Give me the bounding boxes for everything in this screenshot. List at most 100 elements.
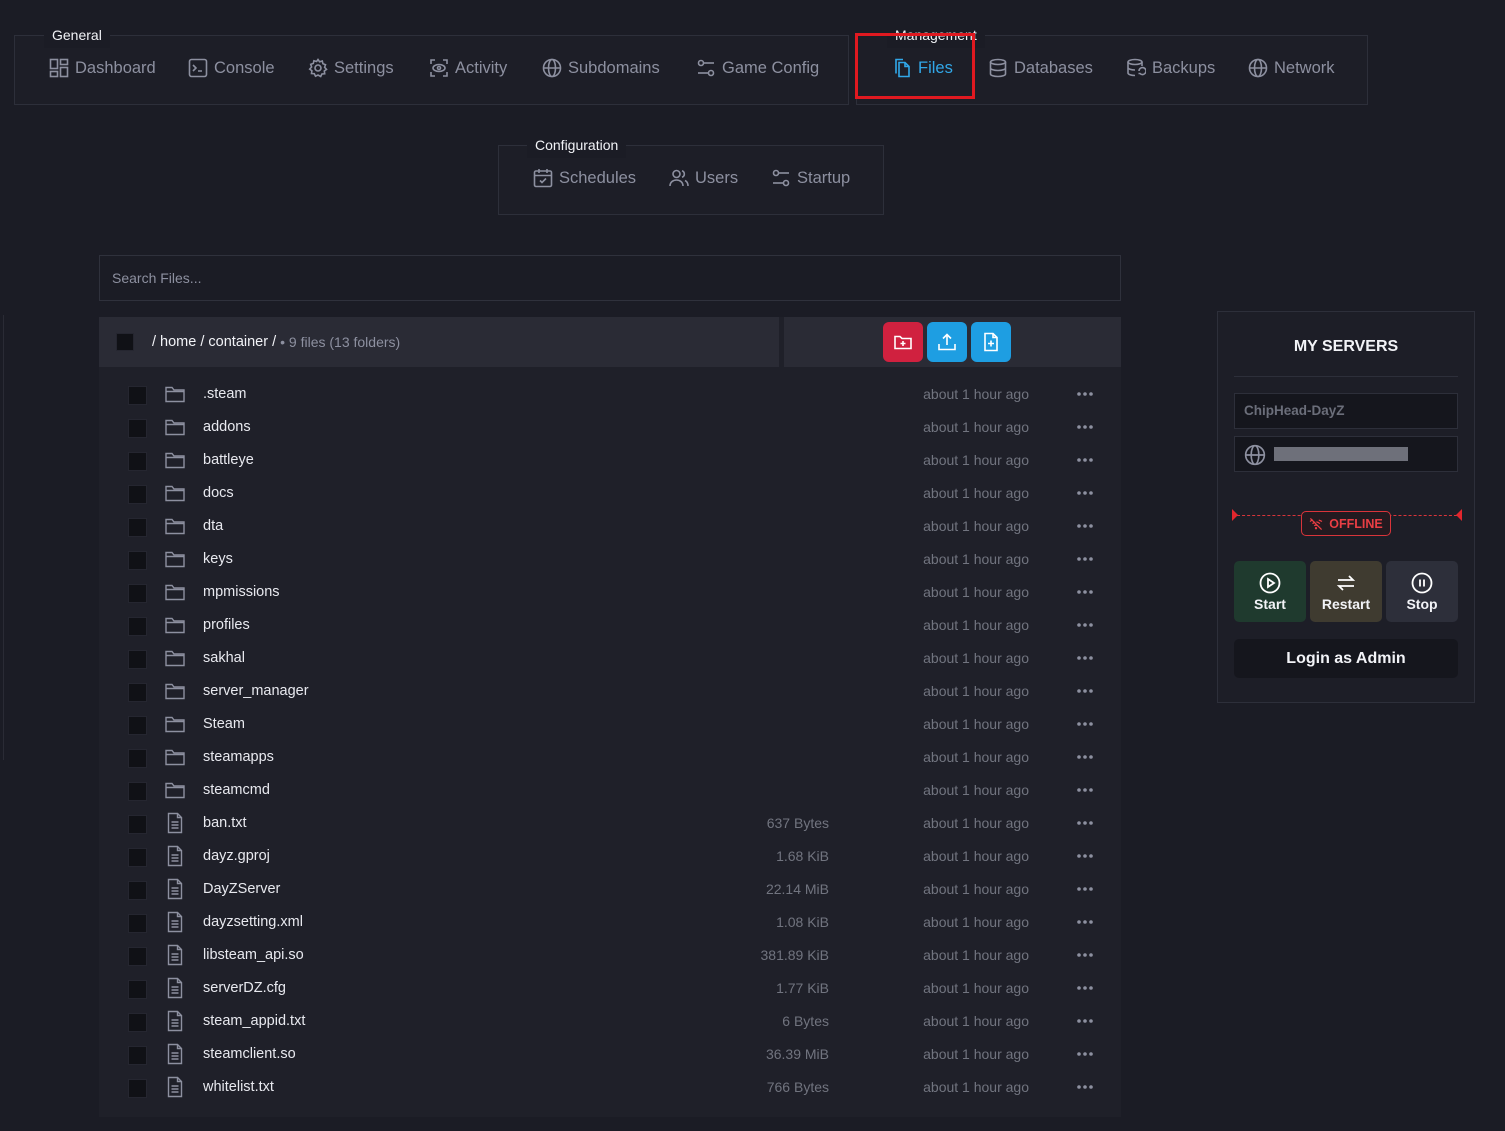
nav-settings[interactable]: Settings (308, 58, 394, 78)
file-name[interactable]: sakhal (203, 650, 245, 666)
nav-network[interactable]: Network (1248, 58, 1335, 78)
stop-button[interactable]: Stop (1386, 561, 1458, 622)
row-checkbox[interactable] (128, 914, 147, 933)
more-options-icon[interactable] (1075, 1077, 1095, 1097)
file-name[interactable]: addons (203, 419, 251, 435)
nav-game-config[interactable]: Game Config (696, 58, 819, 78)
row-checkbox[interactable] (128, 683, 147, 702)
file-row[interactable]: steamcmd about 1 hour ago (99, 774, 1121, 807)
file-row[interactable]: battleye about 1 hour ago (99, 444, 1121, 477)
file-name[interactable]: steam_appid.txt (203, 1013, 305, 1029)
more-options-icon[interactable] (1075, 648, 1095, 668)
file-name[interactable]: ban.txt (203, 815, 247, 831)
more-options-icon[interactable] (1075, 516, 1095, 536)
nav-databases[interactable]: Databases (988, 58, 1093, 78)
row-checkbox[interactable] (128, 848, 147, 867)
file-row[interactable]: serverDZ.cfg 1.77 KiB about 1 hour ago (99, 972, 1121, 1005)
file-row[interactable]: .steam about 1 hour ago (99, 378, 1121, 411)
file-row[interactable]: sakhal about 1 hour ago (99, 642, 1121, 675)
more-options-icon[interactable] (1075, 714, 1095, 734)
row-checkbox[interactable] (128, 782, 147, 801)
new-folder-button[interactable] (883, 322, 923, 362)
file-row[interactable]: DayZServer 22.14 MiB about 1 hour ago (99, 873, 1121, 906)
file-row[interactable]: whitelist.txt 766 Bytes about 1 hour ago (99, 1071, 1121, 1104)
file-name[interactable]: .steam (203, 386, 247, 402)
row-checkbox[interactable] (128, 584, 147, 603)
more-options-icon[interactable] (1075, 912, 1095, 932)
row-checkbox[interactable] (128, 947, 147, 966)
start-button[interactable]: Start (1234, 561, 1306, 622)
nav-startup[interactable]: Startup (771, 168, 850, 188)
row-checkbox[interactable] (128, 1046, 147, 1065)
file-row[interactable]: ban.txt 637 Bytes about 1 hour ago (99, 807, 1121, 840)
more-options-icon[interactable] (1075, 549, 1095, 569)
more-options-icon[interactable] (1075, 945, 1095, 965)
file-name[interactable]: profiles (203, 617, 250, 633)
file-name[interactable]: whitelist.txt (203, 1079, 274, 1095)
row-checkbox[interactable] (128, 551, 147, 570)
row-checkbox[interactable] (128, 716, 147, 735)
nav-files[interactable]: Files (892, 58, 953, 78)
server-address-field[interactable] (1234, 436, 1458, 472)
more-options-icon[interactable] (1075, 681, 1095, 701)
server-name-field[interactable]: ChipHead-DayZ (1234, 393, 1458, 429)
breadcrumb[interactable]: / home / container / (152, 334, 276, 350)
file-name[interactable]: dayz.gproj (203, 848, 270, 864)
login-as-admin-button[interactable]: Login as Admin (1234, 639, 1458, 678)
file-name[interactable]: mpmissions (203, 584, 280, 600)
file-row[interactable]: dta about 1 hour ago (99, 510, 1121, 543)
nav-users[interactable]: Users (669, 168, 738, 188)
more-options-icon[interactable] (1075, 615, 1095, 635)
more-options-icon[interactable] (1075, 1044, 1095, 1064)
file-row[interactable]: docs about 1 hour ago (99, 477, 1121, 510)
file-row[interactable]: addons about 1 hour ago (99, 411, 1121, 444)
file-name[interactable]: serverDZ.cfg (203, 980, 286, 996)
more-options-icon[interactable] (1075, 384, 1095, 404)
row-checkbox[interactable] (128, 749, 147, 768)
file-row[interactable]: server_manager about 1 hour ago (99, 675, 1121, 708)
file-name[interactable]: dta (203, 518, 223, 534)
more-options-icon[interactable] (1075, 846, 1095, 866)
row-checkbox[interactable] (128, 1079, 147, 1098)
new-file-button[interactable] (971, 322, 1011, 362)
row-checkbox[interactable] (128, 386, 147, 405)
search-files-input[interactable] (99, 255, 1121, 301)
row-checkbox[interactable] (128, 452, 147, 471)
file-row[interactable]: steamapps about 1 hour ago (99, 741, 1121, 774)
more-options-icon[interactable] (1075, 780, 1095, 800)
file-row[interactable]: keys about 1 hour ago (99, 543, 1121, 576)
file-name[interactable]: steamclient.so (203, 1046, 296, 1062)
more-options-icon[interactable] (1075, 978, 1095, 998)
file-name[interactable]: steamcmd (203, 782, 270, 798)
row-checkbox[interactable] (128, 485, 147, 504)
row-checkbox[interactable] (128, 815, 147, 834)
more-options-icon[interactable] (1075, 450, 1095, 470)
more-options-icon[interactable] (1075, 417, 1095, 437)
nav-console[interactable]: Console (188, 58, 275, 78)
file-name[interactable]: libsteam_api.so (203, 947, 304, 963)
file-row[interactable]: steam_appid.txt 6 Bytes about 1 hour ago (99, 1005, 1121, 1038)
more-options-icon[interactable] (1075, 879, 1095, 899)
file-row[interactable]: profiles about 1 hour ago (99, 609, 1121, 642)
more-options-icon[interactable] (1075, 813, 1095, 833)
nav-activity[interactable]: Activity (429, 58, 507, 78)
more-options-icon[interactable] (1075, 1011, 1095, 1031)
file-row[interactable]: dayz.gproj 1.68 KiB about 1 hour ago (99, 840, 1121, 873)
row-checkbox[interactable] (128, 1013, 147, 1032)
file-row[interactable]: Steam about 1 hour ago (99, 708, 1121, 741)
file-name[interactable]: steamapps (203, 749, 274, 765)
file-row[interactable]: dayzsetting.xml 1.08 KiB about 1 hour ago (99, 906, 1121, 939)
row-checkbox[interactable] (128, 980, 147, 999)
upload-button[interactable] (927, 322, 967, 362)
more-options-icon[interactable] (1075, 747, 1095, 767)
file-name[interactable]: dayzsetting.xml (203, 914, 303, 930)
row-checkbox[interactable] (128, 518, 147, 537)
file-name[interactable]: Steam (203, 716, 245, 732)
row-checkbox[interactable] (128, 881, 147, 900)
file-name[interactable]: keys (203, 551, 233, 567)
row-checkbox[interactable] (128, 419, 147, 438)
file-row[interactable]: libsteam_api.so 381.89 KiB about 1 hour ag… (99, 939, 1121, 972)
nav-dashboard[interactable]: Dashboard (49, 58, 156, 78)
select-all-checkbox[interactable] (116, 333, 134, 351)
file-name[interactable]: server_manager (203, 683, 309, 699)
